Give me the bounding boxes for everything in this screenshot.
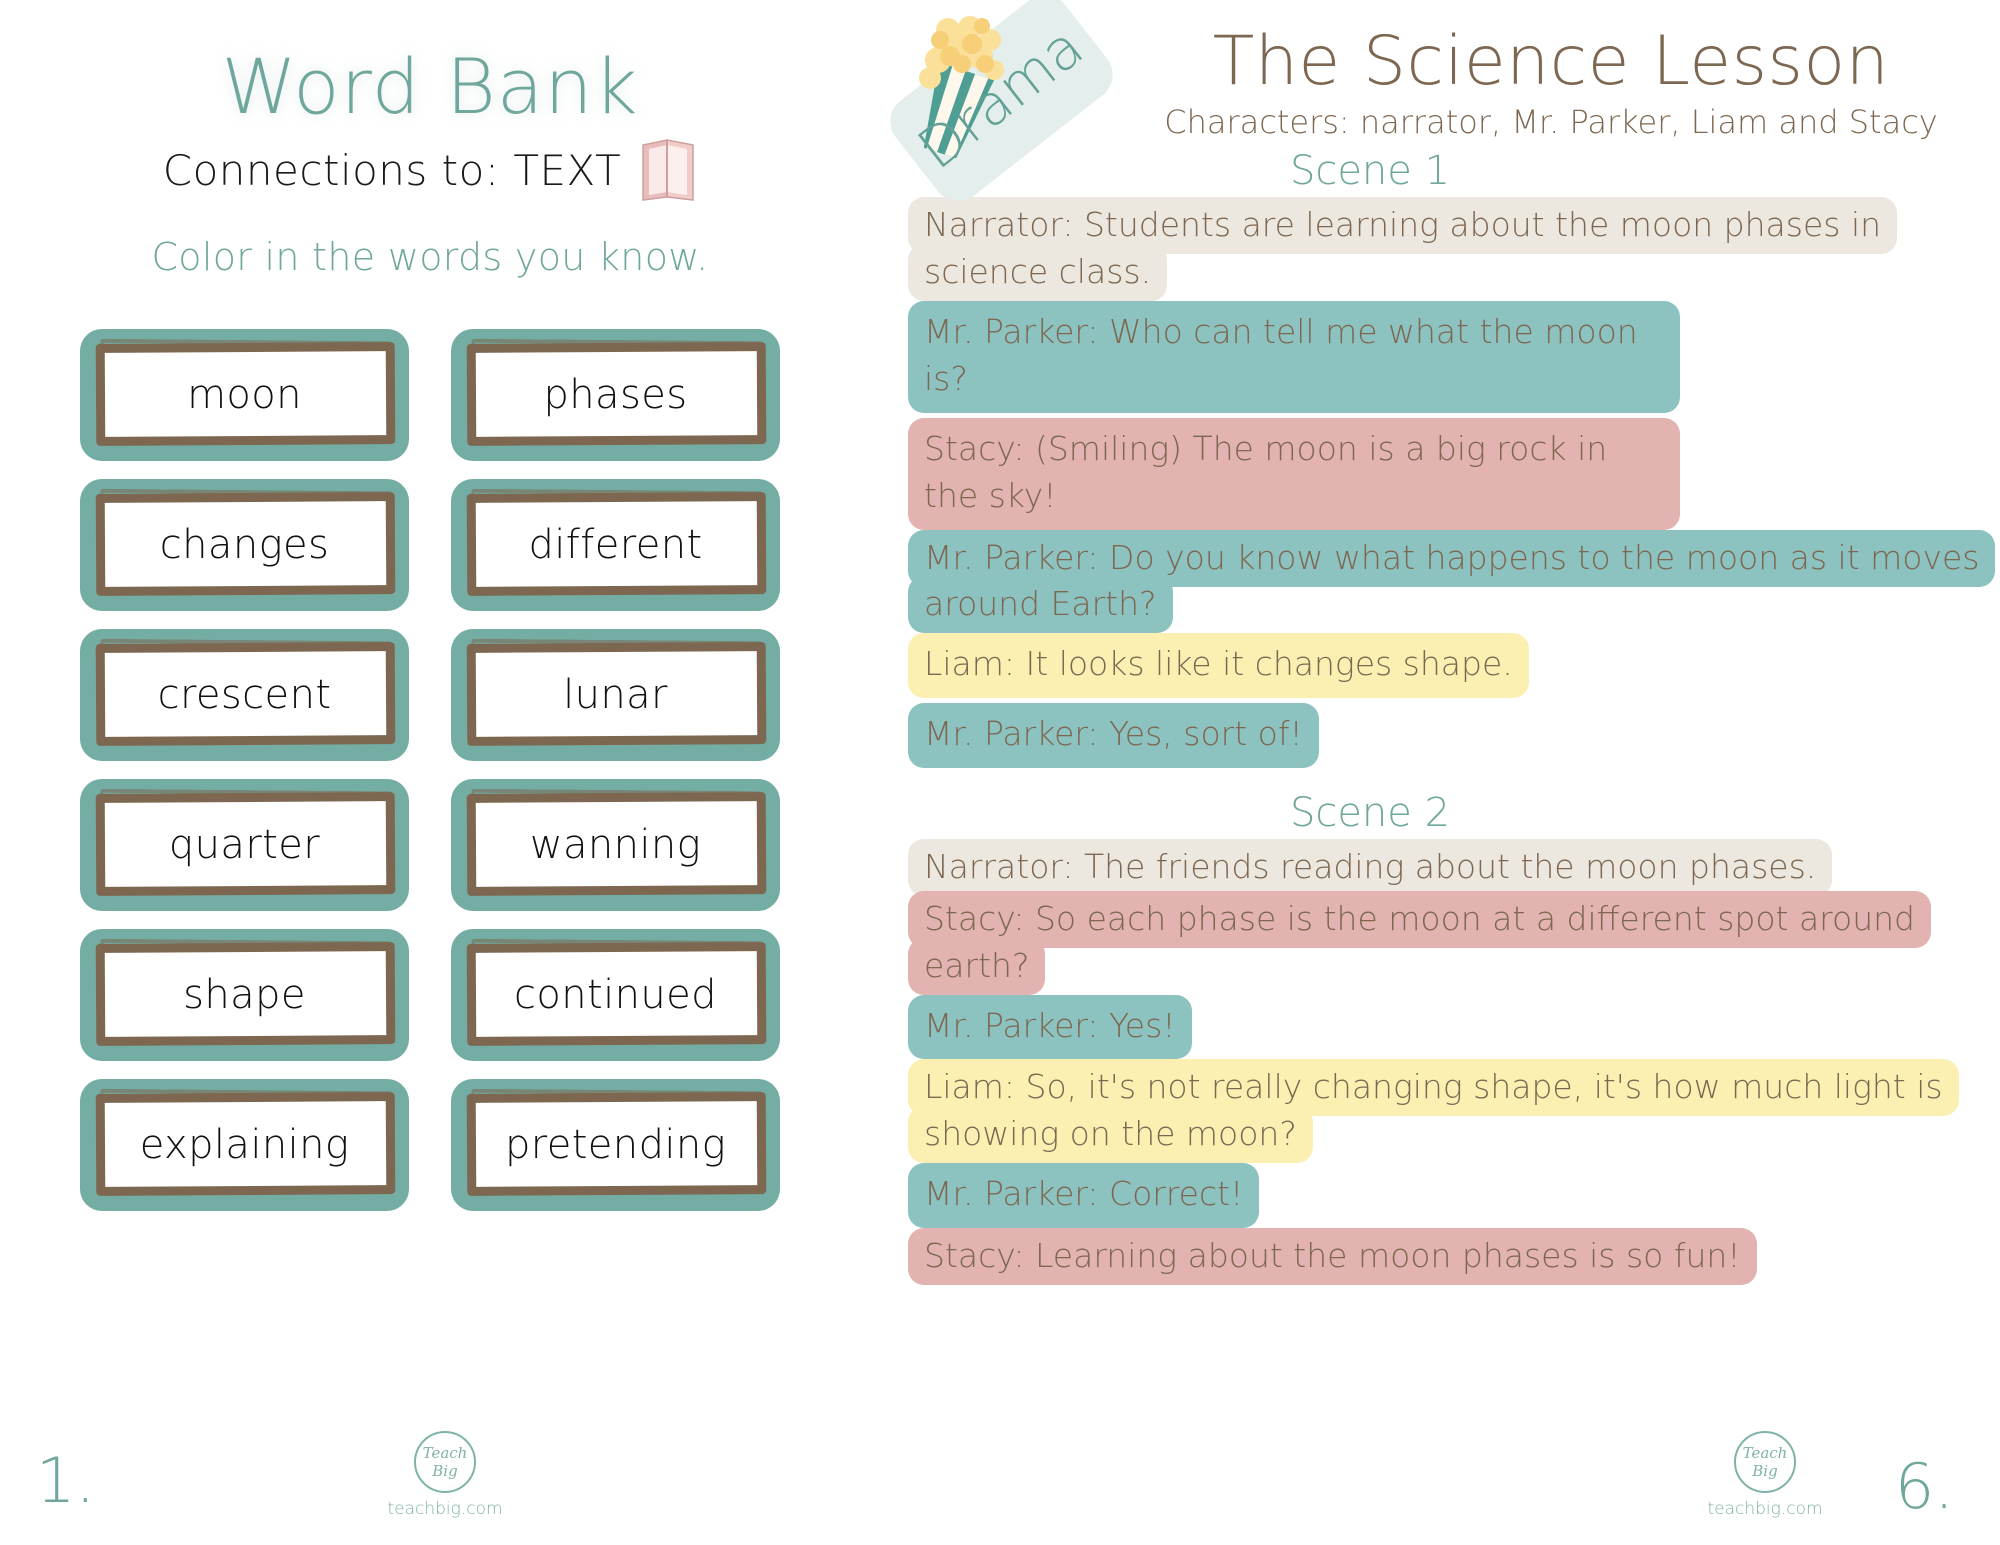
characters-line: Characters: narrator, Mr. Parker, Liam a… xyxy=(1164,103,1938,142)
page-title: Word Bank xyxy=(221,42,639,131)
dialogue-line: Narrator: Students are learning about th… xyxy=(908,197,1986,302)
word-box[interactable]: different xyxy=(451,479,780,611)
dialogue-line: Liam: So, it's not really changing shape… xyxy=(908,1059,1986,1164)
logo-url-text: teachbig.com xyxy=(387,1499,503,1519)
dialogue-bubble: Narrator: The friends reading about the … xyxy=(908,839,1833,897)
dialogue-bubble: Narrator: Students are learning about th… xyxy=(908,197,1898,302)
word-box[interactable]: quarter xyxy=(80,779,409,911)
word-box[interactable]: crescent xyxy=(80,629,409,761)
dialogue-bubble: Mr. Parker: Yes, sort of! xyxy=(908,703,1319,769)
word-label: crescent xyxy=(157,672,332,718)
word-label: moon xyxy=(187,372,302,418)
word-label: lunar xyxy=(563,672,668,718)
word-box[interactable]: lunar xyxy=(451,629,780,761)
page-number-right: 6. xyxy=(1894,1450,1954,1523)
logo-url-text: teachbig.com xyxy=(1707,1499,1823,1519)
instruction-text: Color in the words you know. xyxy=(151,235,709,279)
word-box[interactable]: wanning xyxy=(451,779,780,911)
dialogue-bubble: Stacy: So each phase is the moon at a di… xyxy=(908,890,1931,995)
teachbig-logo-left: Teach Big teachbig.com xyxy=(380,1431,510,1519)
subtitle-row: Connections to: TEXT xyxy=(0,137,860,203)
dialogue-bubble: Mr. Parker: Correct! xyxy=(908,1163,1260,1229)
word-box[interactable]: shape xyxy=(80,929,409,1061)
word-box[interactable]: moon xyxy=(80,329,409,461)
drama-script-page: Drama The Science Lesson Characters: nar… xyxy=(860,0,2000,1545)
book-icon xyxy=(639,137,697,203)
word-box[interactable]: explaining xyxy=(80,1079,409,1211)
word-label: quarter xyxy=(168,822,321,868)
dialogue-bubble: Mr. Parker: Do you know what happens to … xyxy=(908,529,1996,634)
word-label: explaining xyxy=(139,1122,350,1168)
dialogue-bubble: Stacy: (Smiling) The moon is a big rock … xyxy=(908,417,1680,530)
genre-badge: Drama xyxy=(879,0,1130,213)
word-box[interactable]: phases xyxy=(451,329,780,461)
dialogue-bubble: Mr. Parker: Yes! xyxy=(908,994,1192,1060)
word-box[interactable]: changes xyxy=(80,479,409,611)
scene-label-2: Scene 2 xyxy=(1289,790,1451,837)
dialogue-line: Stacy: So each phase is the moon at a di… xyxy=(908,890,1986,995)
dialogue-line: Narrator: The friends reading about the … xyxy=(908,839,1986,897)
scene-2-lines: Narrator: The friends reading about the … xyxy=(860,839,2000,1286)
lesson-title: The Science Lesson xyxy=(1212,22,1890,101)
logo-mark: Teach Big xyxy=(414,1431,476,1493)
word-label: different xyxy=(528,522,703,568)
dialogue-bubble: Liam: It looks like it changes shape. xyxy=(908,633,1529,699)
dialogue-line: Stacy: Learning about the moon phases is… xyxy=(908,1228,1986,1286)
word-label: changes xyxy=(159,522,330,568)
word-bank-page: Word Bank Connections to: TEXT Color in … xyxy=(0,0,860,1545)
word-box[interactable]: continued xyxy=(451,929,780,1061)
word-label: wanning xyxy=(529,822,702,868)
scene-1-lines: Narrator: Students are learning about th… xyxy=(860,197,2000,769)
dialogue-bubble: Liam: So, it's not really changing shape… xyxy=(908,1059,1959,1164)
logo-mark: Teach Big xyxy=(1734,1431,1796,1493)
teachbig-logo-right: Teach Big teachbig.com xyxy=(1700,1431,1830,1519)
dialogue-bubble: Mr. Parker: Who can tell me what the moo… xyxy=(908,301,1680,413)
dialogue-line: Mr. Parker: Do you know what happens to … xyxy=(908,529,1996,634)
word-label: continued xyxy=(514,972,717,1018)
word-grid: moon phases changes different crescent l… xyxy=(80,329,780,1211)
word-label: phases xyxy=(543,372,688,418)
word-label: shape xyxy=(183,972,306,1018)
dialogue-bubble: Stacy: Learning about the moon phases is… xyxy=(908,1228,1757,1286)
word-label: pretending xyxy=(504,1122,727,1168)
page-number-left: 1. xyxy=(36,1444,96,1517)
connections-subtitle: Connections to: TEXT xyxy=(162,145,622,195)
word-box[interactable]: pretending xyxy=(451,1079,780,1211)
